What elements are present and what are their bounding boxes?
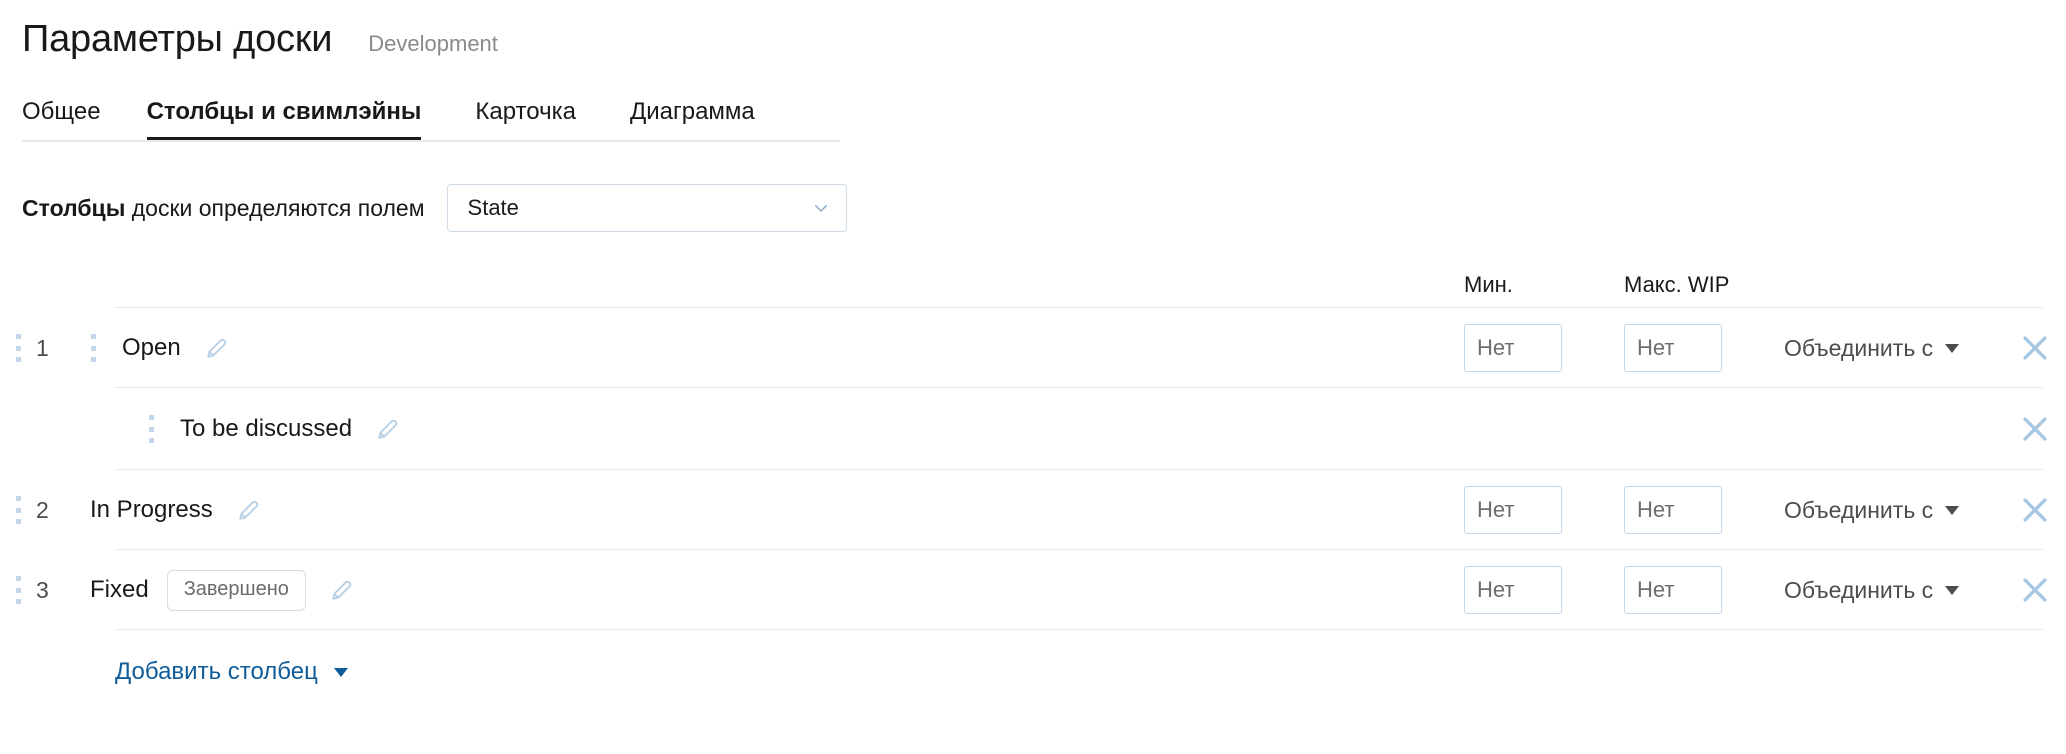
- min-cell: [1464, 486, 1624, 534]
- status-badge: Завершено: [166, 569, 306, 611]
- columns-field-select-value: State: [467, 195, 519, 220]
- row-index: 1: [36, 334, 49, 361]
- add-column-button[interactable]: Добавить столбец: [0, 658, 348, 686]
- max-wip-cell: [1624, 324, 1784, 372]
- columns-table: Мин. Макс. WIP 1 Open Объединить: [0, 262, 2066, 630]
- close-icon[interactable]: [2018, 412, 2052, 446]
- tab-card[interactable]: Карточка: [475, 98, 602, 142]
- column-drag-dots-icon[interactable]: [148, 415, 154, 443]
- edit-pencil-icon[interactable]: [203, 334, 231, 362]
- drag-dots-icon[interactable]: [15, 576, 21, 604]
- max-wip-cell: [1624, 486, 1784, 534]
- max-wip-input[interactable]: [1624, 486, 1722, 534]
- row-name-cell: To be discussed: [70, 415, 1444, 443]
- columns-field-select[interactable]: State: [446, 184, 847, 232]
- header-cell-min: Мин.: [1464, 272, 1624, 298]
- columns-field-label-bold: Столбцы: [22, 194, 126, 221]
- min-input[interactable]: [1464, 324, 1562, 372]
- column-name: In Progress: [90, 496, 213, 523]
- edit-pencil-icon[interactable]: [374, 415, 402, 443]
- remove-column-cell: [2004, 412, 2066, 446]
- min-cell: [1464, 324, 1624, 372]
- page-title: Параметры доски: [22, 18, 333, 60]
- row-name-cell: Fixed Завершено: [70, 569, 1444, 611]
- close-icon[interactable]: [2018, 493, 2052, 527]
- tab-chart[interactable]: Диаграмма: [630, 98, 781, 142]
- columns-field-selector-row: Столбцы доски определяются полем State: [0, 184, 2066, 232]
- min-cell: [1464, 566, 1624, 614]
- row-separator: [115, 629, 2044, 630]
- column-name: Fixed: [90, 576, 149, 603]
- merge-with-label: Объединить с: [1784, 334, 1934, 361]
- min-input[interactable]: [1464, 486, 1562, 534]
- max-wip-input[interactable]: [1624, 566, 1722, 614]
- add-column-label: Добавить столбец: [115, 658, 318, 685]
- row-drag-handle[interactable]: [0, 334, 36, 362]
- row-drag-handle[interactable]: [0, 496, 36, 524]
- board-name-subtitle: Development: [368, 31, 498, 56]
- chevron-down-icon: [814, 205, 827, 212]
- columns-table-header: Мин. Макс. WIP: [0, 262, 2066, 308]
- header-cell-max-wip: Макс. WIP: [1624, 272, 1784, 298]
- columns-field-label: Столбцы доски определяются полем: [22, 195, 425, 222]
- column-name: Open: [122, 334, 181, 361]
- column-name: To be discussed: [180, 415, 353, 442]
- remove-column-cell: [2004, 493, 2066, 527]
- remove-column-cell: [2004, 573, 2066, 607]
- tab-general[interactable]: Общее: [22, 98, 119, 142]
- merge-with-label: Объединить с: [1784, 496, 1934, 523]
- tab-columns-and-swimlanes[interactable]: Столбцы и свимлэйны: [146, 98, 448, 142]
- row-name-cell: In Progress: [70, 496, 1444, 524]
- drag-dots-icon[interactable]: [15, 496, 21, 524]
- close-icon[interactable]: [2018, 331, 2052, 365]
- row-name-cell: Open: [70, 334, 1444, 362]
- table-row: To be discussed: [0, 388, 2066, 470]
- caret-down-icon: [1945, 343, 1960, 353]
- caret-down-icon: [1945, 505, 1960, 515]
- merge-with-dropdown[interactable]: Объединить с: [1784, 335, 2004, 362]
- merge-with-label: Объединить с: [1784, 576, 1934, 603]
- row-index: 2: [36, 496, 49, 523]
- column-header-min: Мин.: [1464, 272, 1513, 297]
- table-row: 3 Fixed Завершено Объединить с: [0, 550, 2066, 630]
- edit-pencil-icon[interactable]: [235, 496, 263, 524]
- table-row: 2 In Progress Объединить с: [0, 470, 2066, 550]
- table-row: 1 Open Объединить с: [0, 308, 2066, 388]
- column-header-max-wip: Макс. WIP: [1624, 272, 1730, 297]
- close-icon[interactable]: [2018, 573, 2052, 607]
- row-drag-handle[interactable]: [0, 576, 36, 604]
- remove-column-cell: [2004, 331, 2066, 365]
- page-header: Параметры доски Development: [0, 0, 2066, 62]
- merge-with-dropdown[interactable]: Объединить с: [1784, 577, 2004, 604]
- caret-down-icon: [1945, 585, 1960, 595]
- column-drag-dots-icon[interactable]: [90, 334, 96, 362]
- max-wip-input[interactable]: [1624, 324, 1722, 372]
- tabs-underline: [22, 140, 840, 142]
- merge-with-dropdown[interactable]: Объединить с: [1784, 497, 2004, 524]
- drag-dots-icon[interactable]: [15, 334, 21, 362]
- tab-list: Общее Столбцы и свимлэйны Карточка Диагр…: [22, 90, 2066, 142]
- row-index: 3: [36, 576, 49, 603]
- tabs-bar: Общее Столбцы и свимлэйны Карточка Диагр…: [0, 90, 2066, 142]
- max-wip-cell: [1624, 566, 1784, 614]
- columns-field-label-rest: доски определяются полем: [125, 194, 425, 221]
- min-input[interactable]: [1464, 566, 1562, 614]
- edit-pencil-icon[interactable]: [328, 576, 356, 604]
- caret-down-icon: [333, 667, 348, 677]
